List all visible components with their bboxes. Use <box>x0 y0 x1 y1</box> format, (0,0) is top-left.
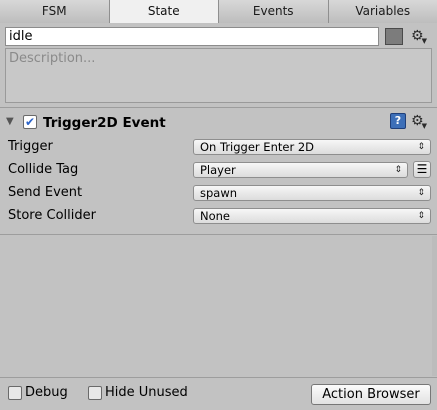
dropdown-value: spawn <box>200 186 238 200</box>
param-row-trigger: Trigger On Trigger Enter 2D ⇕ <box>0 137 437 158</box>
action-browser-button[interactable]: Action Browser <box>311 384 431 405</box>
state-name-input[interactable]: idle <box>5 27 379 46</box>
param-row-send-event: Send Event spawn ⇕ <box>0 183 437 204</box>
dropdown-arrows-icon: ⇕ <box>394 165 402 175</box>
param-row-store-collider: Store Collider None ⇕ <box>0 206 437 227</box>
triangle-down-icon[interactable]: ▼ <box>6 116 14 127</box>
tab-events[interactable]: Events <box>219 0 329 23</box>
send-event-dropdown[interactable]: spawn ⇕ <box>193 185 431 201</box>
param-row-collide-tag: Collide Tag Player ⇕ ☰ <box>0 160 437 181</box>
hide-unused-label: Hide Unused <box>105 385 188 400</box>
action-header[interactable]: ▼ ✔ Trigger2D Event <box>0 111 437 135</box>
action-settings-gear-icon[interactable]: ⚙▼ <box>411 114 427 133</box>
action-enabled-checkbox[interactable]: ✔ <box>23 115 37 129</box>
actions-end-divider <box>0 234 437 235</box>
dropdown-arrows-icon: ⇕ <box>417 142 425 152</box>
store-collider-dropdown[interactable]: None ⇕ <box>193 208 431 224</box>
description-field[interactable]: Description... <box>5 48 432 103</box>
state-settings-gear-icon[interactable]: ⚙▼ <box>411 29 427 48</box>
hide-unused-checkbox[interactable] <box>88 386 102 400</box>
debug-label: Debug <box>25 385 68 400</box>
tab-variables[interactable]: Variables <box>328 0 437 23</box>
tab-state[interactable]: State <box>109 0 219 23</box>
collide-tag-dropdown[interactable]: Player ⇕ <box>193 162 408 178</box>
dropdown-value: Player <box>200 163 236 177</box>
param-label: Send Event <box>8 185 83 200</box>
section-divider <box>0 107 437 108</box>
list-icon[interactable]: ☰ <box>413 161 431 178</box>
param-label: Store Collider <box>8 208 96 223</box>
dropdown-value: On Trigger Enter 2D <box>200 140 315 154</box>
param-label: Collide Tag <box>8 162 79 177</box>
trigger-dropdown[interactable]: On Trigger Enter 2D ⇕ <box>193 139 431 155</box>
dropdown-arrows-icon: ⇕ <box>417 188 425 198</box>
scrollbar-track[interactable] <box>432 236 437 376</box>
footer-bar: Debug Hide Unused Action Browser <box>0 378 437 410</box>
dropdown-arrows-icon: ⇕ <box>417 211 425 221</box>
action-title: Trigger2D Event <box>43 115 166 131</box>
state-color-swatch[interactable] <box>385 28 403 45</box>
tab-fsm[interactable]: FSM <box>0 0 110 23</box>
help-book-icon[interactable]: ? <box>390 113 406 129</box>
tab-bar: FSM State Events Variables <box>0 0 437 23</box>
dropdown-value: None <box>200 209 231 223</box>
param-label: Trigger <box>8 139 53 154</box>
debug-checkbox[interactable] <box>8 386 22 400</box>
